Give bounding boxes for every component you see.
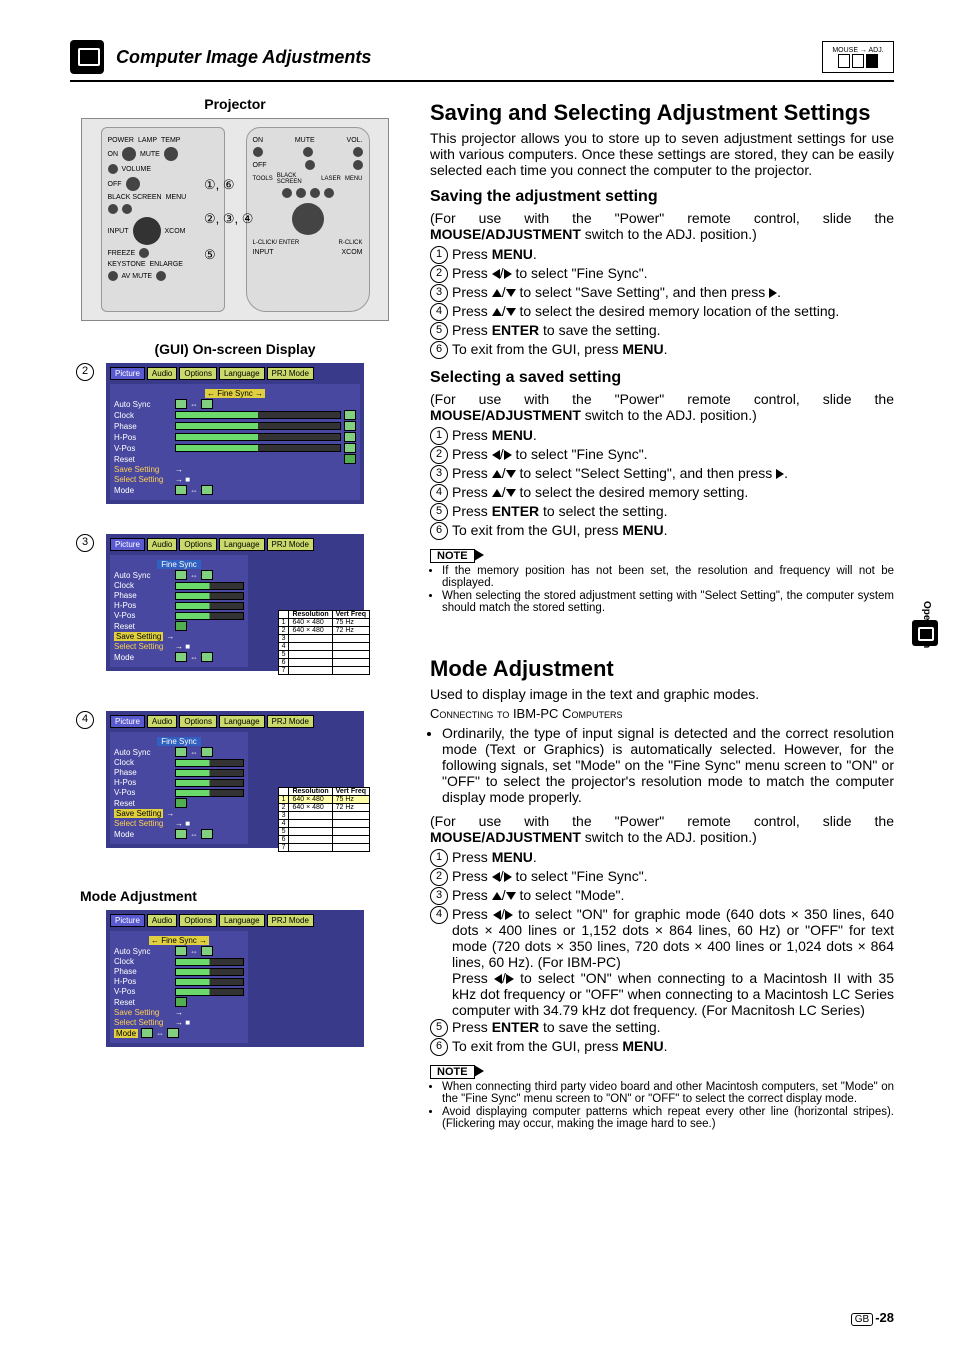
slide-note-3: (For use with the "Power" remote control… bbox=[430, 813, 894, 845]
osd-screenshot-2: 2 Picture Audio Options Language PRJ Mod… bbox=[106, 363, 364, 504]
subtitle-saving: Saving the adjustment setting bbox=[430, 188, 894, 206]
page-header: Computer Image Adjustments MOUSE → ADJ. bbox=[70, 40, 894, 82]
subtitle-selecting: Selecting a saved setting bbox=[430, 369, 894, 387]
remote-control-diagram: ONMUTEVOL. OFF TOOLSBLACK SCREENLASERMEN… bbox=[246, 127, 370, 312]
notes-1: If the memory position has not been set,… bbox=[430, 565, 894, 614]
osd-screenshot-4: 4 Picture Audio Options Language PRJ Mod… bbox=[106, 711, 364, 848]
page-number: GB-28 bbox=[851, 1310, 894, 1325]
gui-label: (GUI) On-screen Display bbox=[70, 341, 400, 357]
note-header-2: NOTE bbox=[430, 1062, 894, 1079]
projector-icon bbox=[70, 40, 104, 74]
mode-adj-label: Mode Adjustment bbox=[80, 888, 400, 904]
page-title: Computer Image Adjustments bbox=[116, 47, 822, 68]
notes-2: When connecting third party video board … bbox=[430, 1081, 894, 1130]
intro-text: This projector allows you to store up to… bbox=[430, 130, 894, 178]
projector-label: Projector bbox=[70, 96, 400, 112]
callout-enter: ⑤ bbox=[204, 247, 216, 263]
connecting-label: Connecting to IBM-PC Computers bbox=[430, 706, 894, 721]
slide-note: (For use with the "Power" remote control… bbox=[430, 210, 894, 242]
callout-menu: ①, ⑥ bbox=[204, 177, 235, 193]
projector-diagram: POWERLAMPTEMP ONMUTE VOLUME OFF BLACK SC… bbox=[81, 118, 389, 321]
mode-bullet: Ordinarily, the type of input signal is … bbox=[430, 725, 894, 805]
slide-note-2: (For use with the "Power" remote control… bbox=[430, 391, 894, 423]
mouse-adj-switch-diagram: MOUSE → ADJ. bbox=[822, 41, 894, 73]
section-title-mode: Mode Adjustment bbox=[430, 656, 894, 682]
section-title-saving: Saving and Selecting Adjustment Settings bbox=[430, 100, 894, 126]
callout-arrows: ②, ③, ④ bbox=[204, 211, 253, 227]
side-tab-icon bbox=[912, 620, 938, 646]
select-steps: 1Press MENU. 2Press / to select "Fine Sy… bbox=[430, 427, 894, 540]
save-steps: 1Press MENU. 2Press / to select "Fine Sy… bbox=[430, 246, 894, 359]
mode-steps: 1Press MENU. 2Press / to select "Fine Sy… bbox=[430, 849, 894, 1056]
mode-intro: Used to display image in the text and gr… bbox=[430, 686, 894, 702]
resolution-table-2: ResolutionVert Freq 1640 × 48075 Hz 2640… bbox=[278, 787, 370, 852]
osd-screenshot-mode: Picture Audio Options Language PRJ Mode … bbox=[106, 910, 364, 1047]
note-header-1: NOTE bbox=[430, 546, 894, 563]
osd-screenshot-3: 3 Picture Audio Options Language PRJ Mod… bbox=[106, 534, 364, 671]
resolution-table: ResolutionVert Freq 1640 × 48075 Hz 2640… bbox=[278, 610, 370, 675]
